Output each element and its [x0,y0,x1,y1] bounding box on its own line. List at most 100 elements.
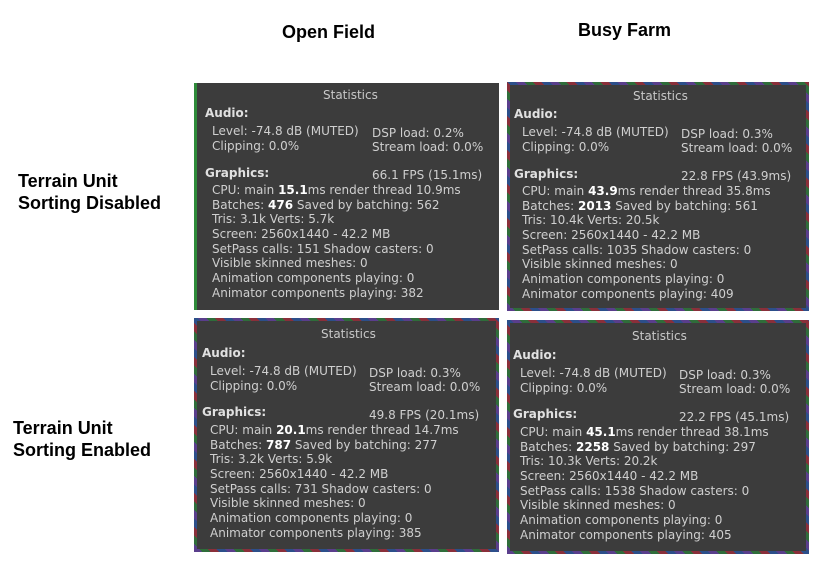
audio-level: Level: -74.8 dB (MUTED) [520,366,667,380]
cpu-main-value: 15.1 [278,183,308,197]
audio-header: Audio: [514,107,558,121]
tris-verts: Tris: 3.1k Verts: 5.7k [212,212,335,226]
visible-skinned-meshes: Visible skinned meshes: 0 [210,496,366,510]
setpass-calls: SetPass calls: 731 Shadow casters: 0 [210,482,432,496]
batches-value: 787 [266,438,292,452]
animator-components: Animator components playing: 405 [520,528,732,542]
stream-load: Stream load: 0.0% [681,141,793,155]
clipping: Clipping: 0.0% [522,140,610,154]
setpass-calls: SetPass calls: 1035 Shadow casters: 0 [522,243,752,257]
visible-skinned-meshes: Visible skinned meshes: 0 [522,257,678,271]
row-header-line-1: Terrain Unit [18,171,118,191]
cpu-suffix: ms render thread 35.8ms [617,184,771,198]
animator-components: Animator components playing: 382 [212,286,424,300]
row-header-line-1: Terrain Unit [13,418,113,438]
stream-load: Stream load: 0.0% [369,380,481,394]
batches-suffix: Saved by batching: 297 [609,440,756,454]
batches-suffix: Saved by batching: 277 [291,438,438,452]
clipping: Clipping: 0.0% [210,379,298,393]
cpu-prefix: CPU: main [522,184,589,198]
audio-header: Audio: [513,348,557,362]
fps-readout: 66.1 FPS (15.1ms) [372,168,483,182]
animator-components: Animator components playing: 385 [210,526,422,540]
clipping: Clipping: 0.0% [520,381,608,395]
cpu-suffix: ms render thread 14.7ms [305,423,459,437]
batches-stats: Batches: 2013 Saved by batching: 561 [522,199,758,213]
batches-prefix: Batches: [522,199,578,213]
audio-level: Level: -74.8 dB (MUTED) [212,124,359,138]
batches-stats: Batches: 2258 Saved by batching: 297 [520,440,756,454]
fps-readout: 22.2 FPS (45.1ms) [679,410,790,424]
audio-header: Audio: [205,106,249,120]
graphics-header: Graphics: [513,407,578,421]
screen-info: Screen: 2560x1440 - 42.2 MB [212,227,391,241]
screen-info: Screen: 2560x1440 - 42.2 MB [520,469,699,483]
batches-value: 2258 [576,440,610,454]
batches-value: 476 [268,198,294,212]
batches-suffix: Saved by batching: 561 [611,199,758,213]
statistics-panel-open-field-enabled: Statistics Audio: Level: -74.8 dB (MUTED… [194,318,499,552]
screen-info: Screen: 2560x1440 - 42.2 MB [210,467,389,481]
screen-info: Screen: 2560x1440 - 42.2 MB [522,228,701,242]
animation-components: Animation components playing: 0 [522,272,725,286]
statistics-panel-busy-farm-enabled: Statistics Audio: Level: -74.8 dB (MUTED… [507,320,809,554]
visible-skinned-meshes: Visible skinned meshes: 0 [520,498,676,512]
dsp-load: DSP load: 0.3% [679,368,771,382]
batches-prefix: Batches: [210,438,266,452]
audio-level: Level: -74.8 dB (MUTED) [210,364,357,378]
cpu-prefix: CPU: main [210,423,277,437]
cpu-main-value: 20.1 [276,423,306,437]
row-header-line-2: Sorting Enabled [13,440,152,460]
animation-components: Animation components playing: 0 [520,513,723,527]
cpu-main-value: 45.1 [586,425,616,439]
cpu-suffix: ms render thread 10.9ms [307,183,461,197]
fps-readout: 22.8 FPS (43.9ms) [681,169,792,183]
statistics-panel-open-field-disabled: Statistics Audio: Level: -74.8 dB (MUTED… [194,83,499,310]
animation-components: Animation components playing: 0 [210,511,413,525]
stream-load: Stream load: 0.0% [372,140,484,154]
fps-readout: 49.8 FPS (20.1ms) [369,408,480,422]
graphics-header: Graphics: [514,167,579,181]
dsp-load: DSP load: 0.3% [369,366,461,380]
column-header-open-field: Open Field [282,22,376,42]
cpu-stats: CPU: main 15.1ms render thread 10.9ms [212,183,461,197]
batches-stats: Batches: 787 Saved by batching: 277 [210,438,438,452]
panel-title: Statistics [633,89,688,103]
column-header-busy-farm: Busy Farm [578,20,672,40]
setpass-calls: SetPass calls: 151 Shadow casters: 0 [212,242,434,256]
cpu-stats: CPU: main 20.1ms render thread 14.7ms [210,423,459,437]
cpu-stats: CPU: main 43.9ms render thread 35.8ms [522,184,771,198]
visible-skinned-meshes: Visible skinned meshes: 0 [212,256,368,270]
tris-verts: Tris: 10.4k Verts: 20.5k [522,213,660,227]
tris-verts: Tris: 10.3k Verts: 20.2k [520,454,658,468]
cpu-suffix: ms render thread 38.1ms [615,425,769,439]
row-header-line-2: Sorting Disabled [18,193,162,213]
row-header-sorting-enabled: Terrain Unit Sorting Enabled [13,417,151,461]
cpu-prefix: CPU: main [212,183,279,197]
animator-components: Animator components playing: 409 [522,287,734,301]
animation-components: Animation components playing: 0 [212,271,415,285]
batches-value: 2013 [578,199,612,213]
dsp-load: DSP load: 0.2% [372,126,464,140]
batches-prefix: Batches: [212,198,268,212]
graphics-header: Graphics: [205,166,270,180]
audio-level: Level: -74.8 dB (MUTED) [522,125,669,139]
setpass-calls: SetPass calls: 1538 Shadow casters: 0 [520,484,750,498]
batches-prefix: Batches: [520,440,576,454]
stream-load: Stream load: 0.0% [679,382,791,396]
panel-title: Statistics [323,88,378,102]
cpu-prefix: CPU: main [520,425,587,439]
panel-title: Statistics [321,327,376,341]
panel-title: Statistics [632,329,687,343]
cpu-stats: CPU: main 45.1ms render thread 38.1ms [520,425,769,439]
row-header-sorting-disabled: Terrain Unit Sorting Disabled [18,170,161,214]
batches-stats: Batches: 476 Saved by batching: 562 [212,198,440,212]
clipping: Clipping: 0.0% [212,139,300,153]
audio-header: Audio: [202,346,246,360]
tris-verts: Tris: 3.2k Verts: 5.9k [210,452,333,466]
dsp-load: DSP load: 0.3% [681,127,773,141]
cpu-main-value: 43.9 [588,184,618,198]
graphics-header: Graphics: [202,405,267,419]
statistics-panel-busy-farm-disabled: Statistics Audio: Level: -74.8 dB (MUTED… [507,82,809,311]
batches-suffix: Saved by batching: 562 [293,198,440,212]
